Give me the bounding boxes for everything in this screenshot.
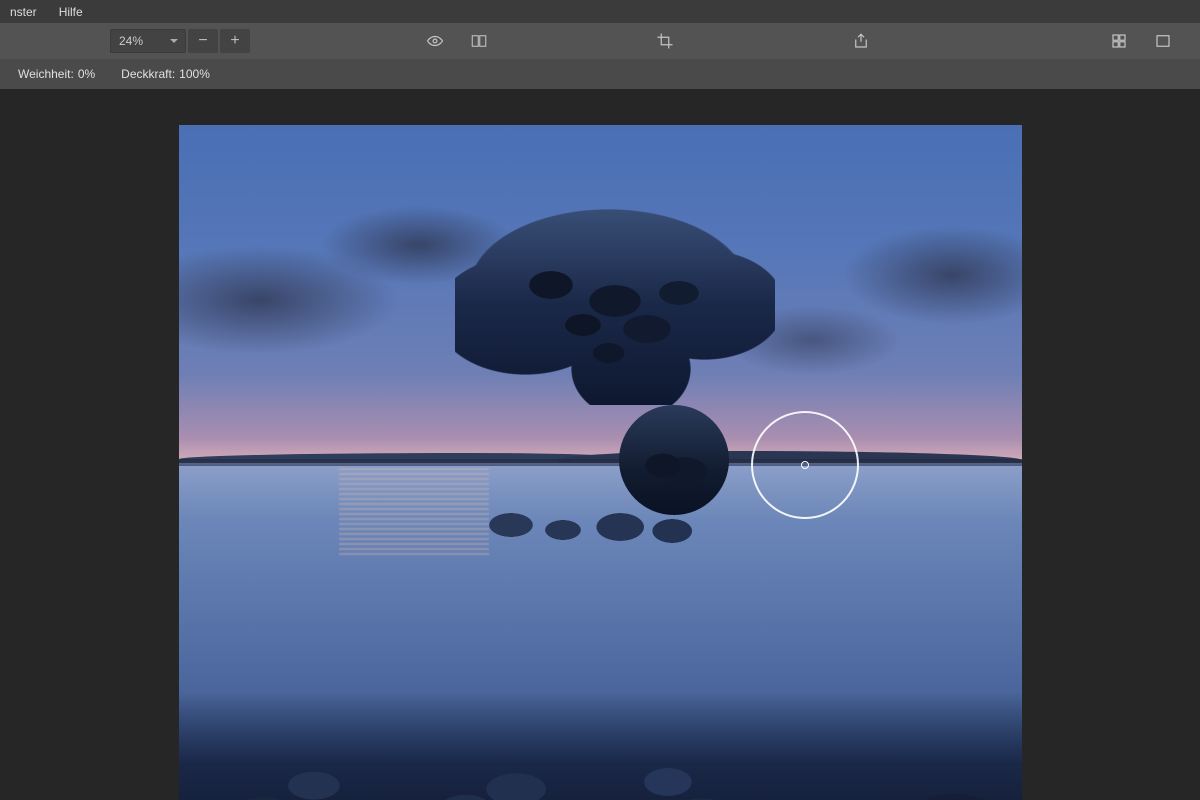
zoom-value: 24% (119, 34, 143, 48)
menu-item-hilfe[interactable]: Hilfe (59, 5, 83, 19)
menu-bar: nster Hilfe (0, 0, 1200, 23)
zoom-out-button[interactable]: − (188, 29, 218, 53)
clone-source-preview (619, 405, 729, 515)
opacity-option[interactable]: Deckkraft: 100% (121, 67, 210, 81)
zoom-controls: 24% − + (110, 29, 250, 53)
main-toolbar: 24% − + (0, 23, 1200, 59)
opacity-value: 100% (179, 67, 210, 81)
photo-rocks-foreground (179, 656, 1022, 800)
zoom-select[interactable]: 24% (110, 29, 186, 53)
opacity-label: Deckkraft: (121, 67, 175, 81)
brush-cursor[interactable] (751, 411, 859, 519)
softness-label: Weichheit: (18, 67, 74, 81)
zoom-in-button[interactable]: + (220, 29, 250, 53)
preview-icon[interactable] (418, 28, 452, 54)
tool-options-bar: Weichheit: 0% Deckkraft: 100% (0, 59, 1200, 89)
compare-icon[interactable] (462, 28, 496, 54)
menu-item-fenster[interactable]: nster (10, 5, 37, 19)
single-view-icon[interactable] (1146, 28, 1180, 54)
crop-icon[interactable] (648, 28, 682, 54)
workspace: + (0, 89, 1200, 800)
clone-stamp-stroke (455, 205, 775, 405)
softness-option[interactable]: Weichheit: 0% (18, 67, 95, 81)
share-icon[interactable] (844, 28, 878, 54)
softness-value: 0% (78, 67, 95, 81)
grid-view-icon[interactable] (1102, 28, 1136, 54)
image-canvas[interactable]: + (179, 125, 1022, 800)
